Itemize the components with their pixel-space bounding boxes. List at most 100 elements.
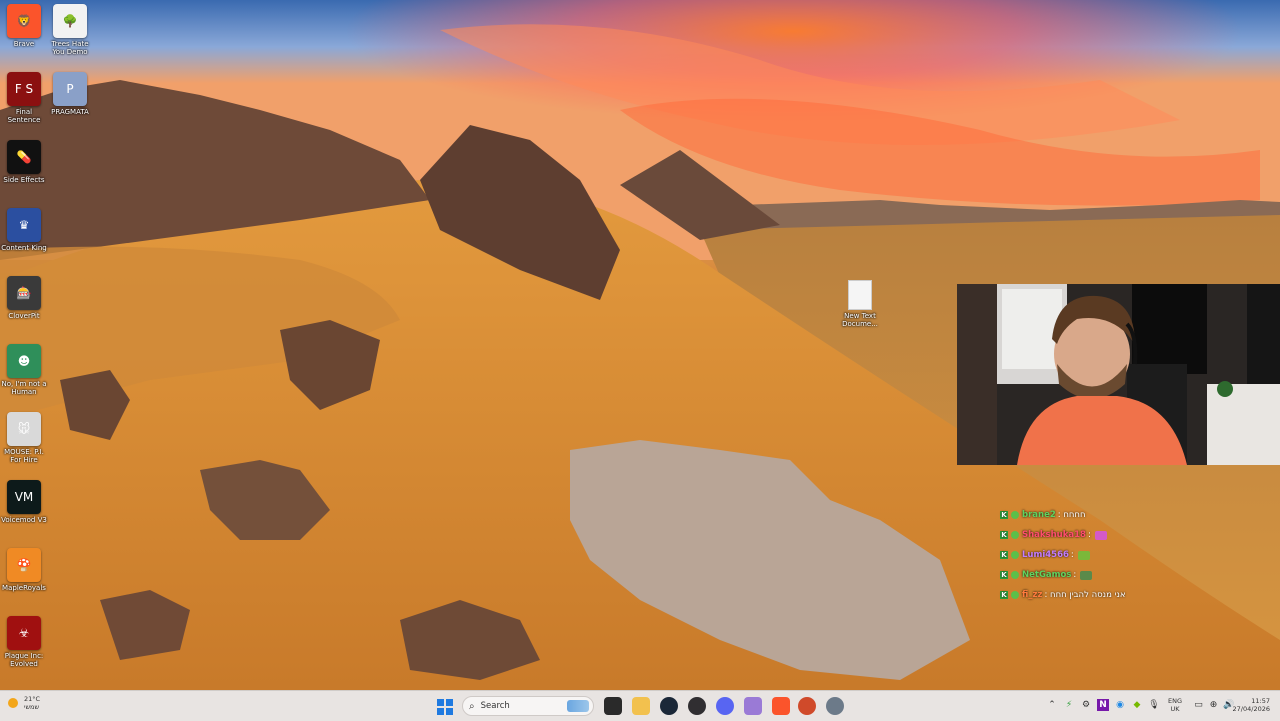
tray-settings-icon[interactable]: ⚙ (1080, 699, 1092, 711)
face-icon: ☻ (7, 344, 41, 378)
search-icon: ⌕ (469, 700, 475, 712)
desktop-icon-label: PRAGMATA (51, 108, 89, 116)
tree-icon: 🌳 (53, 4, 87, 38)
desktop-icon[interactable]: ☻ No, I'm not a Human (0, 344, 48, 396)
voicemod-icon: VM (7, 480, 41, 514)
chat-text: : (1073, 570, 1077, 580)
desktop-icon-label: MapleRoyals (2, 584, 46, 592)
desktop-icon[interactable]: 💊 Side Effects (0, 140, 48, 184)
chat-badge-icon: K (1000, 591, 1008, 599)
slot-machine-icon: 🎰 (7, 276, 41, 310)
desktop-icon[interactable]: ♛ Content King (0, 208, 48, 252)
display-icon: ▭ (1194, 700, 1203, 710)
discord-icon[interactable] (716, 697, 734, 715)
crown-icon: ♛ (7, 208, 41, 242)
desktop-icon[interactable]: 🎰 CloverPit (0, 276, 48, 320)
chat-badge-icon: K (1000, 511, 1008, 519)
text-document-icon (848, 280, 872, 310)
desktop-icon[interactable]: VM Voicemod V3 (0, 480, 48, 524)
desktop-icon-label: Brave (13, 40, 35, 48)
chat-text: : חחחח (1057, 510, 1086, 520)
chat-badge-icon: K (1000, 551, 1008, 559)
steam-icon[interactable] (660, 697, 678, 715)
desktop-icon-label: Plague Inc: Evolved (4, 652, 44, 668)
subscriber-badge-icon (1011, 571, 1019, 579)
chat-username: NetGamos (1022, 570, 1072, 580)
chat-message: Kbrane2: חחחח (1000, 505, 1240, 525)
desktop-file-label: New Text Docume... (842, 312, 878, 328)
chevron-up-icon[interactable]: ⌃ (1046, 699, 1058, 711)
subscriber-badge-icon (1011, 511, 1019, 519)
folder-icon[interactable] (632, 697, 650, 715)
desktop-file-new-text-document[interactable]: New Text Docume... (838, 280, 882, 328)
task-view-icon[interactable] (604, 697, 622, 715)
chat-badge-icon: K (1000, 571, 1008, 579)
desktop-icon-label: CloverPit (8, 312, 40, 320)
emote-icon (1080, 570, 1093, 580)
subscriber-badge-icon (1011, 531, 1019, 539)
chrome-icon[interactable]: ◉ (1114, 699, 1126, 711)
network-icon: ⊕ (1209, 700, 1218, 710)
taskbar-search[interactable]: ⌕ Search (462, 696, 594, 716)
desktop-icon-label: Side Effects (3, 176, 45, 184)
weather-temp: 21°C (24, 695, 41, 703)
desktop-icons: 🦁 Brave 🌳 Trees Hate You Demo F S Final Sente… (0, 0, 100, 690)
chat-message: K Lumi4566: (1000, 545, 1240, 565)
pill-icon: 💊 (7, 140, 41, 174)
emote-icon (1077, 550, 1090, 560)
mushroom-icon: 🍄 (7, 548, 41, 582)
desktop-icon[interactable]: 🐭 MOUSE: P.I. For Hire (0, 412, 48, 464)
search-highlight-icon (567, 700, 589, 712)
obs-icon[interactable] (688, 697, 706, 715)
microphone-icon[interactable]: 🎙 (1148, 699, 1160, 711)
pragmata-icon: P (53, 72, 87, 106)
nvidia-icon[interactable]: ◆ (1131, 699, 1143, 711)
fs-logo-icon: F S (7, 72, 41, 106)
chat-badge-icon: K (1000, 531, 1008, 539)
settings-icon[interactable] (826, 697, 844, 715)
clock-time: 11:57 (1251, 697, 1270, 705)
desktop-icon[interactable]: P PRAGMATA (46, 72, 94, 116)
desktop-icon[interactable]: 🍄 MapleRoyals (0, 548, 48, 592)
desktop-icon-label: No, I'm not a Human (1, 380, 47, 396)
brave-icon[interactable] (772, 697, 790, 715)
onenote-icon[interactable]: N (1097, 699, 1109, 711)
desktop-icon[interactable]: ☣ Plague Inc: Evolved (0, 616, 48, 668)
weather-widget[interactable]: 21°C שמשי (8, 695, 40, 711)
emote-icon (1094, 530, 1107, 540)
brave-lion-icon: 🦁 (7, 4, 41, 38)
subscriber-badge-icon (1011, 591, 1019, 599)
chat-text: : (1070, 550, 1074, 560)
chat-username: Shakshuka18 (1022, 530, 1086, 540)
chat-username: Lumi4566 (1022, 550, 1069, 560)
biohazard-icon: ☣ (7, 616, 41, 650)
start-button[interactable] (437, 699, 453, 715)
clock[interactable]: 11:57 27/04/2026 (1228, 697, 1270, 713)
chat-username: fi_zz (1022, 590, 1043, 600)
lang-code: ENG (1168, 697, 1183, 705)
lang-region: UK (1170, 705, 1180, 713)
tray-app-icon[interactable]: ⚡ (1063, 699, 1075, 711)
desktop-icon[interactable]: 🌳 Trees Hate You Demo (46, 4, 94, 56)
desktop-icon[interactable]: 🦁 Brave (0, 4, 48, 48)
desktop-icon-label: Content King (1, 244, 47, 252)
search-placeholder: Search (480, 701, 510, 711)
chat-text: : (1087, 530, 1091, 540)
chat-message: K Shakshuka18: (1000, 525, 1240, 545)
chat-text: : אני מנסה להבין חחח (1044, 590, 1126, 600)
app-icon[interactable] (798, 697, 816, 715)
sun-icon (8, 698, 18, 708)
windows-logo-icon (437, 699, 444, 706)
desktop-icon[interactable]: F S Final Sentence (0, 72, 48, 124)
language-indicator[interactable]: ENG UK (1168, 697, 1182, 713)
weather-condition: שמשי (24, 703, 40, 711)
chat-message: Kfi_zz: אני מנסה להבין חחח (1000, 585, 1240, 605)
desktop-icon-label: Voicemod V3 (1, 516, 47, 524)
stream-chat-overlay: Kbrane2: חחחח K Shakshuka18: K Lumi4566: K Net… (1000, 505, 1240, 605)
desktop-icon-label: Trees Hate You Demo (51, 40, 89, 56)
desktop-icon-label: MOUSE: P.I. For Hire (4, 448, 44, 464)
visual-studio-icon[interactable] (744, 697, 762, 715)
chat-username: brane2 (1022, 510, 1056, 520)
system-tray-icons: ⌃ ⚡ ⚙ N ◉ ◆ 🎙 (1046, 699, 1160, 711)
desktop-icon-label: Final Sentence (7, 108, 41, 124)
